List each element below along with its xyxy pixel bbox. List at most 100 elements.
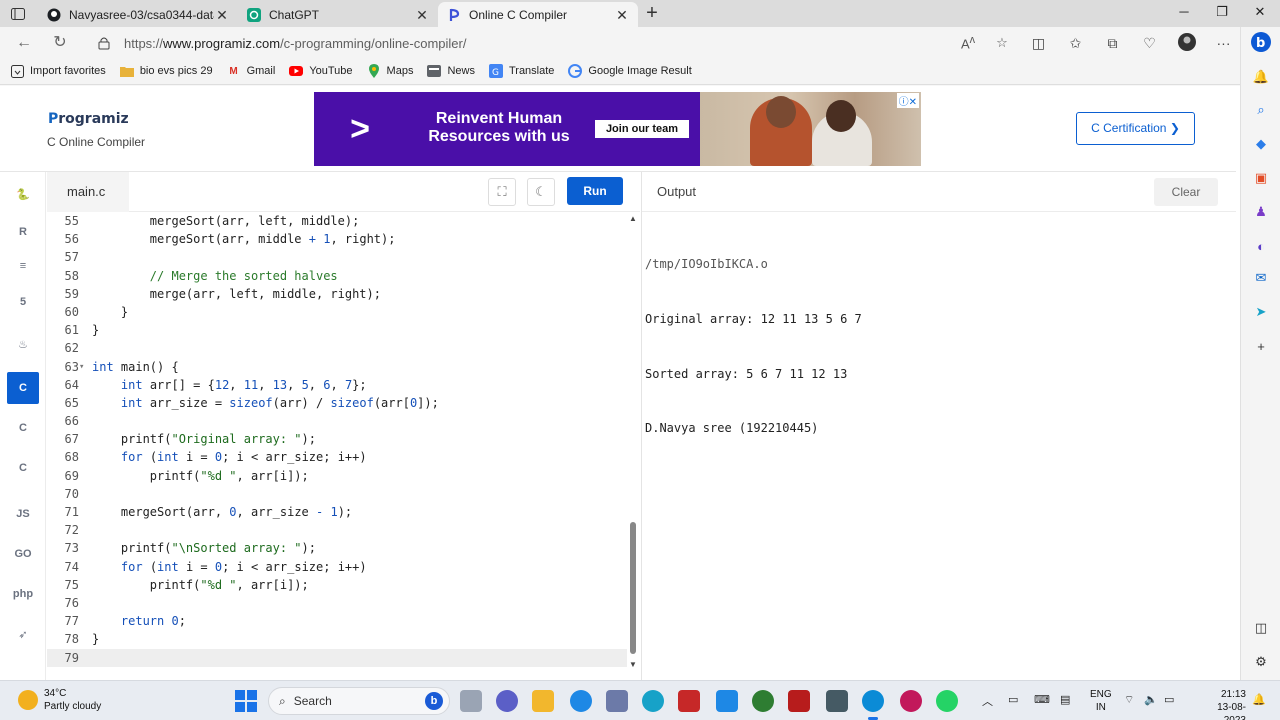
c-certification-button[interactable]: C Certification ❯ [1076, 112, 1195, 145]
ad-choices-icon[interactable]: ⓘ✕ [896, 93, 919, 108]
php-lang-icon[interactable]: php [7, 578, 39, 610]
code-line[interactable]: 77 return 0; [47, 612, 627, 630]
window-close-icon[interactable]: ✕ [1248, 4, 1272, 22]
code-line[interactable]: 68 for (int i = 0; i < arr_size; i++) [47, 448, 627, 466]
read-aloud-icon[interactable]: Aʌ [951, 34, 985, 51]
code-line[interactable]: 67 printf("Original array: "); [47, 430, 627, 448]
notepad-icon[interactable] [606, 690, 628, 712]
code-line[interactable]: 59 merge(arr, left, middle, right); [47, 285, 627, 303]
code-line[interactable]: 55 mergeSort(arr, left, middle); [47, 212, 627, 230]
shopping-icon[interactable]: ◆ [1250, 133, 1272, 155]
collections-icon[interactable]: ⧉ [1094, 35, 1131, 52]
advertisement-banner[interactable]: > Reinvent Human Resources with us Join … [314, 92, 921, 166]
code-line[interactable]: 75 printf("%d ", arr[i]); [47, 576, 627, 594]
file-explorer-icon[interactable] [532, 690, 554, 712]
code-line[interactable]: 57 [47, 248, 627, 266]
code-line[interactable]: 62 [47, 339, 627, 357]
display-icon[interactable]: ▤ [1060, 693, 1070, 706]
browser-tab-active[interactable]: Online C Compiler ✕ [438, 2, 638, 27]
split-screen-icon[interactable]: ◫ [1020, 35, 1057, 52]
favorite-youtube[interactable]: YouTube [289, 64, 353, 78]
codeblocks-icon[interactable] [752, 690, 774, 712]
more-menu-icon[interactable]: ··· [1205, 35, 1242, 51]
code-line[interactable]: 71 mergeSort(arr, 0, arr_size - 1); [47, 503, 627, 521]
weather-widget[interactable]: 34°C Partly cloudy [18, 687, 101, 713]
c-lang-icon[interactable]: C [7, 372, 39, 404]
sql-lang-icon[interactable]: ≡ [7, 250, 39, 282]
whatsapp-icon[interactable] [936, 690, 958, 712]
office-app-icon[interactable] [900, 690, 922, 712]
file-tab[interactable]: main.c [47, 172, 129, 212]
games-icon[interactable]: ♟ [1250, 201, 1272, 223]
csharp-lang-icon[interactable]: C [7, 452, 39, 484]
code-line[interactable]: 56 mergeSort(arr, middle + 1, right); [47, 230, 627, 248]
browser-essentials-icon[interactable]: ♡ [1131, 35, 1168, 52]
start-button[interactable] [235, 690, 257, 712]
battery-icon[interactable]: ▭ [1164, 693, 1174, 706]
code-editor[interactable]: 55 mergeSort(arr, left, middle); 56 merge… [47, 212, 627, 672]
teams-chat-icon[interactable] [496, 690, 518, 712]
code-line[interactable]: 64 int arr[] = {12, 11, 13, 5, 6, 7}; [47, 376, 627, 394]
notifications-icon[interactable]: 🔔 [1250, 66, 1272, 88]
language-indicator[interactable]: ENG IN [1090, 688, 1112, 714]
code-line[interactable]: 60 } [47, 303, 627, 321]
favorite-translate[interactable]: G Translate [488, 64, 554, 78]
swift-lang-icon[interactable]: ➶ [7, 618, 39, 650]
dark-mode-icon[interactable]: ☾ [527, 178, 555, 206]
volume-icon[interactable]: 🔈 [1144, 693, 1158, 706]
profile-avatar[interactable] [1168, 32, 1205, 54]
html-lang-icon[interactable]: 5 [7, 286, 39, 318]
new-tab-button[interactable]: + [642, 3, 662, 24]
notification-bell-icon[interactable]: 🔔 [1252, 693, 1266, 706]
code-line[interactable]: 72 [47, 521, 627, 539]
close-icon[interactable]: ✕ [214, 7, 230, 23]
minimize-icon[interactable]: ─ [1172, 4, 1196, 22]
go-lang-icon[interactable]: GO [7, 538, 39, 570]
outlook-icon[interactable]: ✉ [1250, 267, 1272, 289]
settings-icon[interactable]: ⚙ [1250, 651, 1272, 673]
code-line[interactable]: 73 printf("\nSorted array: "); [47, 539, 627, 557]
code-line[interactable]: 78} [47, 630, 627, 648]
favorite-gmail[interactable]: M Gmail [227, 64, 275, 78]
code-line[interactable]: 70 [47, 485, 627, 503]
fold-chevron-icon[interactable]: ▾ [79, 358, 92, 376]
notes-app-icon[interactable] [716, 690, 738, 712]
browser-tab[interactable]: Navyasree-03/csa0344-data-stru ✕ [38, 2, 238, 27]
hide-sidebar-icon[interactable]: ◫ [1250, 617, 1272, 639]
clear-button[interactable]: Clear [1154, 178, 1218, 206]
code-line[interactable]: 61} [47, 321, 627, 339]
media-app-icon[interactable] [788, 690, 810, 712]
scroll-thumb[interactable] [630, 522, 636, 654]
java-lang-icon[interactable]: ♨ [7, 328, 39, 360]
keyboard-icon[interactable]: ⌨ [1034, 693, 1050, 706]
scroll-down-icon[interactable]: ▼ [628, 660, 638, 670]
maximize-icon[interactable]: ❐ [1210, 4, 1234, 22]
r-lang-icon[interactable]: R [7, 216, 39, 248]
wifi-icon[interactable]: ⌔ [1124, 693, 1134, 707]
run-button[interactable]: Run [567, 177, 623, 205]
search-icon[interactable]: ⌕ [1250, 99, 1272, 121]
favorites-icon[interactable]: ✩ [1057, 35, 1094, 52]
chevron-up-icon[interactable]: ︿ [982, 693, 993, 709]
editor-scrollbar[interactable]: ▲ ▼ [627, 212, 639, 672]
programiz-logo[interactable]: Programiz [48, 111, 129, 127]
favorite-import[interactable]: Import favorites [10, 64, 106, 78]
code-line[interactable]: 66 [47, 412, 627, 430]
close-icon[interactable]: ✕ [614, 7, 630, 23]
browser-tab[interactable]: ChatGPT ✕ [238, 2, 438, 27]
python-lang-icon[interactable]: 🐍 [7, 178, 39, 210]
js-lang-icon[interactable]: JS [7, 498, 39, 530]
tab-actions-icon[interactable] [8, 5, 28, 22]
address-bar[interactable]: https://www.programiz.com/c-programming/… [84, 30, 1019, 56]
task-view-icon[interactable] [460, 690, 482, 712]
store-icon[interactable] [826, 690, 848, 712]
add-sidebar-app-icon[interactable]: + [1250, 335, 1272, 357]
edge-browser-icon[interactable] [862, 690, 884, 720]
scroll-up-icon[interactable]: ▲ [628, 214, 638, 224]
code-line[interactable]: 63 ▾ int main() { [47, 358, 627, 376]
favorite-folder[interactable]: bio evs pics 29 [119, 64, 213, 78]
system-clock[interactable]: 21:13 13-08-2023 [1212, 688, 1246, 720]
close-icon[interactable]: ✕ [414, 7, 430, 23]
fullscreen-icon[interactable]: ⛶ [488, 178, 516, 206]
copilot-icon[interactable]: b [1250, 31, 1272, 53]
